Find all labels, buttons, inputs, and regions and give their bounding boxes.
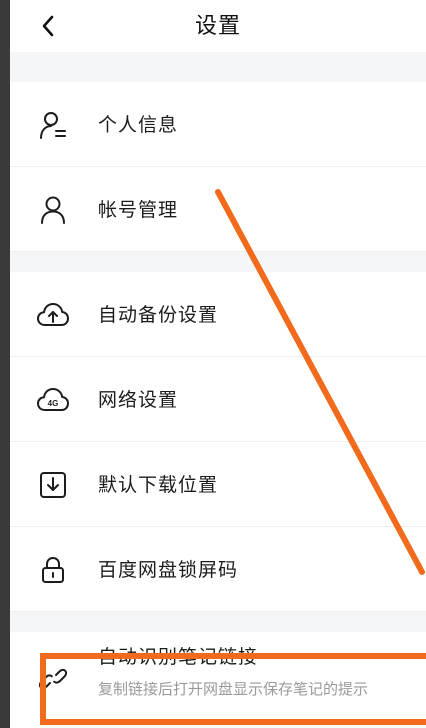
settings-item-personal-info[interactable]: 个人信息	[10, 82, 426, 167]
settings-item-label: 百度网盘锁屏码	[98, 559, 239, 581]
settings-item-label: 个人信息	[98, 114, 179, 136]
settings-item-label: 默认下载位置	[98, 474, 219, 496]
page-title: 设置	[194, 14, 241, 39]
settings-item-auto-backup[interactable]: 自动备份设置	[10, 272, 426, 357]
settings-item-label: 自动备份设置	[98, 304, 219, 326]
settings-item-note-link-detection[interactable]: 自动识别笔记链接 复制链接后打开网盘显示保存笔记的提示	[10, 632, 426, 728]
download-box-icon	[36, 468, 70, 502]
lock-icon	[36, 553, 70, 587]
settings-item-network[interactable]: 4G 网络设置	[10, 357, 426, 442]
user-card-icon	[36, 108, 70, 142]
settings-item-lock-screen[interactable]: 百度网盘锁屏码	[10, 527, 426, 612]
settings-item-account[interactable]: 帐号管理	[10, 167, 426, 252]
link-icon	[36, 662, 70, 696]
settings-item-label: 网络设置	[98, 389, 179, 411]
section-divider	[10, 252, 426, 272]
cloud-4g-icon: 4G	[36, 383, 70, 417]
settings-item-label: 帐号管理	[98, 199, 179, 221]
section-divider	[10, 52, 426, 82]
section-divider	[10, 612, 426, 632]
header: 设置	[10, 0, 426, 52]
cloud-upload-icon	[36, 298, 70, 332]
settings-item-label: 自动识别笔记链接	[98, 646, 259, 668]
settings-item-download-location[interactable]: 默认下载位置	[10, 442, 426, 527]
cloud-badge-text: 4G	[48, 399, 59, 408]
settings-item-description: 复制链接后打开网盘显示保存笔记的提示	[98, 680, 369, 698]
settings-screen: 设置 个人信息 帐号管理 自动备份设置 4G 网络设置 默认下载位置 百度网盘锁…	[10, 0, 426, 728]
background-strip	[0, 0, 10, 728]
user-icon	[36, 193, 70, 227]
